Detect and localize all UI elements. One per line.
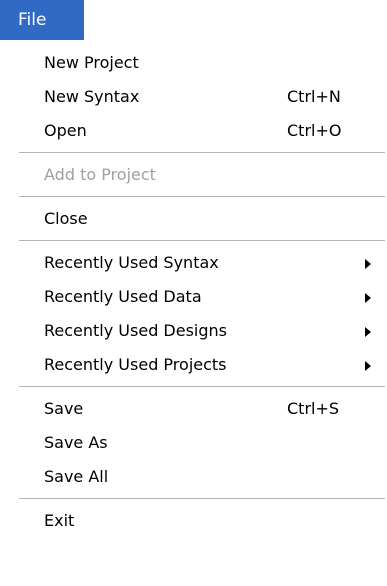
menu-item-label: Recently Used Data xyxy=(44,287,202,306)
submenu-arrow-icon xyxy=(365,361,371,371)
submenu-arrow-icon xyxy=(365,259,371,269)
menu-item-recent-syntax[interactable]: Recently Used Syntax xyxy=(1,246,387,280)
file-menu-label: File xyxy=(18,10,47,30)
menu-item-save-as[interactable]: Save As xyxy=(1,426,387,460)
shortcut-label: Ctrl+O xyxy=(287,121,342,140)
menu-separator xyxy=(1,494,387,504)
menu-bar: File xyxy=(0,0,387,40)
menu-item-recent-data[interactable]: Recently Used Data xyxy=(1,280,387,314)
menu-item-label: New Project xyxy=(44,53,139,72)
submenu-arrow-icon xyxy=(365,327,371,337)
file-menu[interactable]: File xyxy=(0,0,84,40)
menu-item-label: Exit xyxy=(44,511,75,530)
menu-item-new-project[interactable]: New Project xyxy=(1,46,387,80)
file-dropdown-menu: New Project New Syntax Ctrl+N Open Ctrl+… xyxy=(0,40,387,586)
menu-item-label: Close xyxy=(44,209,88,228)
menu-item-open[interactable]: Open Ctrl+O xyxy=(1,114,387,148)
menu-separator xyxy=(1,236,387,246)
menu-item-save-all[interactable]: Save All xyxy=(1,460,387,494)
shortcut-label: Ctrl+N xyxy=(287,87,341,106)
menu-item-label: Save All xyxy=(44,467,109,486)
menu-item-new-syntax[interactable]: New Syntax Ctrl+N xyxy=(1,80,387,114)
menu-separator xyxy=(1,382,387,392)
menu-item-label: Save xyxy=(44,399,84,418)
menu-item-exit[interactable]: Exit xyxy=(1,504,387,538)
menu-item-recent-designs[interactable]: Recently Used Designs xyxy=(1,314,387,348)
shortcut-label: Ctrl+S xyxy=(287,399,340,418)
menu-item-close[interactable]: Close xyxy=(1,202,387,236)
menu-item-label: Add to Project xyxy=(44,165,156,184)
menu-item-label: Open xyxy=(44,121,87,140)
menu-separator xyxy=(1,148,387,158)
menu-item-label: Recently Used Designs xyxy=(44,321,228,340)
menu-item-label: Save As xyxy=(44,433,108,452)
menu-item-recent-projects[interactable]: Recently Used Projects xyxy=(1,348,387,382)
menu-item-save[interactable]: Save Ctrl+S xyxy=(1,392,387,426)
menu-item-add-to-project: Add to Project xyxy=(1,158,387,192)
menu-item-label: New Syntax xyxy=(44,87,140,106)
menu-separator xyxy=(1,192,387,202)
menu-item-label: Recently Used Projects xyxy=(44,355,227,374)
menu-item-label: Recently Used Syntax xyxy=(44,253,219,272)
submenu-arrow-icon xyxy=(365,293,371,303)
